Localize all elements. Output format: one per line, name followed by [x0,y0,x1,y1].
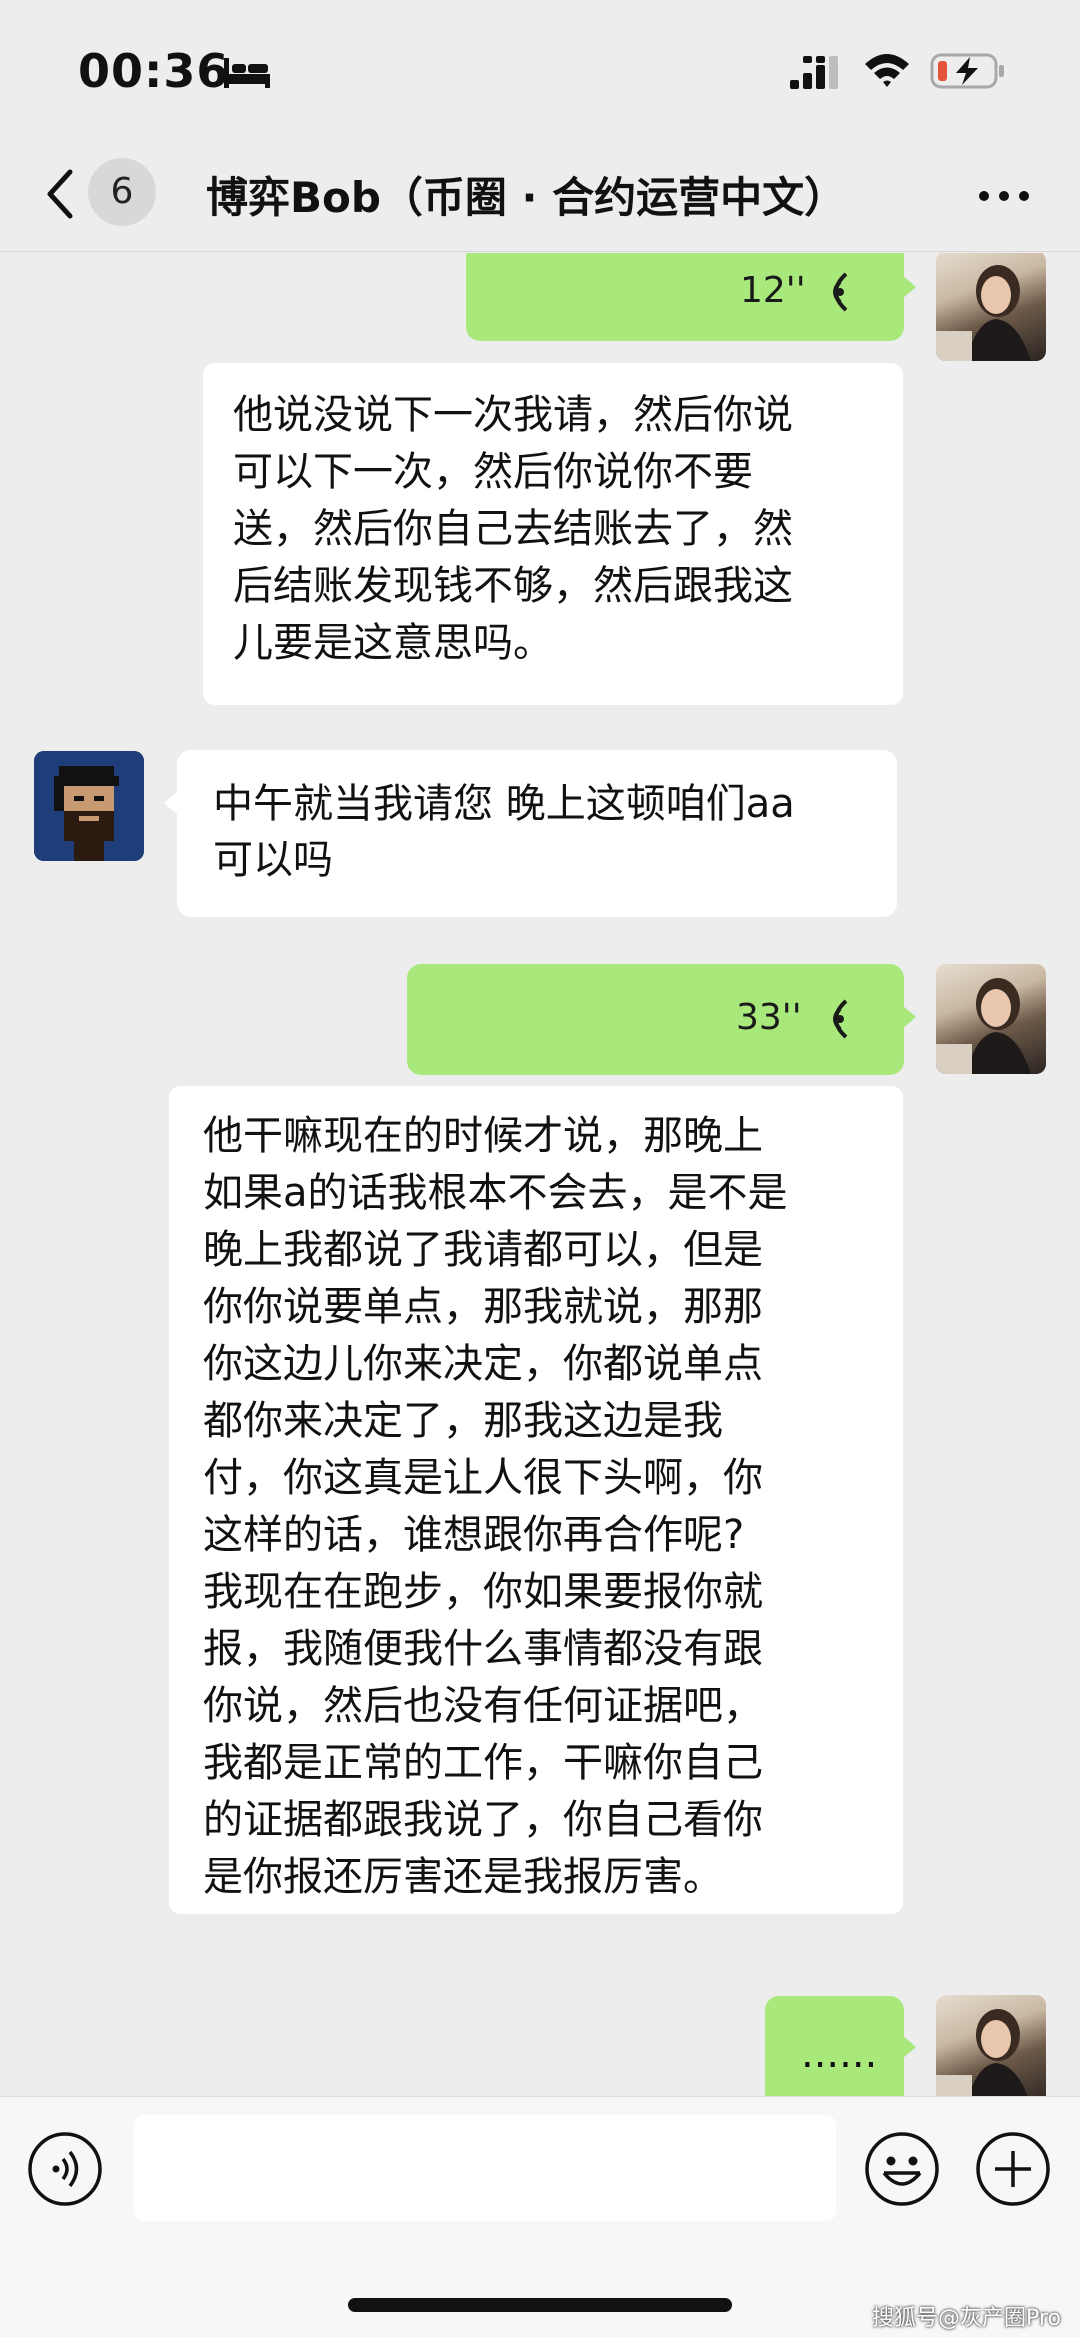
my-avatar[interactable] [936,1995,1046,2096]
transcript-line: 送，然后你自己去结账去了，然 [233,506,793,552]
my-avatar[interactable] [936,253,1046,361]
battery-charging-icon [930,53,1004,89]
portrait-photo-icon [936,265,1031,361]
home-indicator [348,2298,732,2312]
portrait-photo-icon [936,2009,1028,2096]
transcript-line: 我都是正常的工作，干嘛你自己 [203,1740,763,1786]
transcript-line: 付，你这真是让人很下头啊，你 [203,1455,763,1501]
voice-transcript: 他干嘛现在的时候才说，那晚上 如果a的话我根本不会去，是不是 晚上我都说了我请都… [169,1086,903,1914]
transcript-line: 这样的话，谁想跟你再合作呢? [203,1512,745,1558]
more-dots-icon[interactable] [976,176,1032,216]
transcript-line: 后结账发现钱不够，然后跟我这 [233,563,793,609]
transcript-line: 报，我随便我什么事情都没有跟 [203,1626,763,1672]
pixel-punk-avatar-icon [34,751,144,861]
message-line: 中午就当我请您 晚上这顿咱们aa [213,781,795,827]
transcript-line: 他干嘛现在的时候才说，那晚上 [203,1113,763,1159]
transcript-line: 儿要是这意思吗。 [233,620,553,666]
my-avatar[interactable] [936,964,1046,1074]
emoji-icon[interactable] [864,2131,940,2207]
voice-message-bubble[interactable]: 33'' [407,964,904,1075]
wifi-icon [865,54,909,87]
transcript-line: 你说，然后也没有任何证据吧， [203,1683,763,1729]
voice-transcript: 他说没说下一次我请，然后你说 可以下一次，然后你说你不要 送，然后你自己去结账去… [203,363,903,705]
transcript-line: 他说没说下一次我请，然后你说 [233,392,793,438]
bob-avatar[interactable] [34,751,144,861]
status-bar: 00:36 [0,0,1080,140]
bubble-tail [902,1005,916,1029]
chat-title[interactable]: 博弈Bob（币圈 · 合约运营中文） [206,164,846,225]
cellular-signal-icon [790,56,838,89]
bubble-tail [902,275,916,299]
message-input[interactable] [134,2115,836,2221]
transcript-line: 都你来决定了，那我这边是我 [203,1398,723,1444]
voice-wave-icon [833,272,848,312]
message-list[interactable]: 12'' 他说没说下一次我请，然后你说 可以下一次，然后你说你不要 送，然后你自… [0,253,1080,2096]
text-message-bubble[interactable]: ...... [765,1996,904,2096]
voice-duration: 12'' [740,270,806,311]
chat-header: 6 博弈Bob（币圈 · 合约运营中文） [0,140,1080,252]
unread-count-badge[interactable]: 6 [88,158,156,226]
message-text: ...... [801,2031,878,2077]
status-time: 00:36 [78,44,230,98]
voice-message-bubble[interactable]: 12'' [466,253,904,341]
bubble-tail [164,791,178,815]
back-chevron-icon[interactable] [42,166,78,222]
transcript-line: 你你说要单点，那我就说，那那 [203,1284,763,1330]
plus-icon[interactable] [975,2131,1051,2207]
voice-wave-icon [833,999,848,1039]
transcript-line: 的证据都跟我说了，你自己看你 [203,1797,763,1843]
transcript-line: 晚上我都说了我请都可以，但是 [203,1227,763,1273]
transcript-line: 是你报还厉害还是我报厉害。 [203,1854,723,1900]
watermark: 搜狐号@灰产圈Pro [872,2306,1061,2331]
transcript-line: 你这边儿你来决定，你都说单点 [203,1341,763,1387]
message-line: 可以吗 [213,837,333,883]
transcript-line: 我现在在跑步，你如果要报你就 [203,1569,763,1615]
transcript-line: 可以下一次，然后你说你不要 [233,449,753,495]
message-text: 中午就当我请您 晚上这顿咱们aa 可以吗 [213,776,795,888]
portrait-photo-icon [936,978,1031,1074]
bubble-tail [902,2035,916,2059]
transcript-line: 如果a的话我根本不会去，是不是 [203,1170,788,1216]
sleep-bed-icon [224,58,270,88]
voice-input-icon[interactable] [27,2131,103,2207]
text-message-bubble[interactable]: 中午就当我请您 晚上这顿咱们aa 可以吗 [177,750,897,917]
voice-duration: 33'' [736,997,802,1038]
